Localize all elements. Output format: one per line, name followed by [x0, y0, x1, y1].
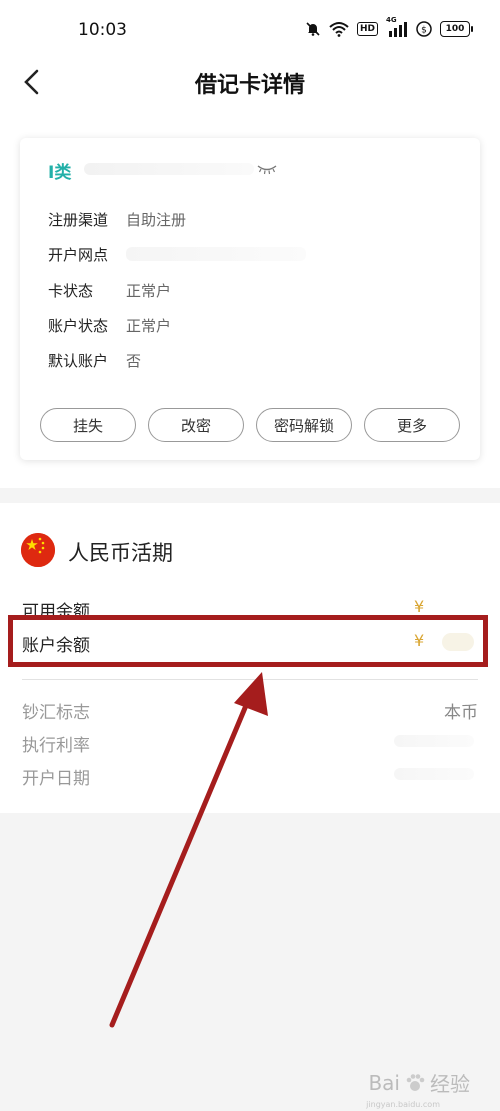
status-icons: HD 4G $ 100 — [305, 16, 473, 38]
watermark-url: jingyan.baidu.com — [366, 1100, 440, 1109]
security-shield-icon: $ — [416, 20, 432, 38]
svg-text:$: $ — [421, 26, 427, 36]
china-flag-icon — [21, 533, 55, 567]
unlock-password-button[interactable]: 密码解锁 — [256, 408, 352, 442]
more-button[interactable]: 更多 — [364, 408, 460, 442]
watermark-brand: Bai — [368, 1070, 400, 1095]
network-type-label: 4G — [386, 16, 397, 24]
mute-bell-icon — [305, 20, 321, 38]
divider — [22, 679, 478, 680]
cash-flag-label: 钞汇标志 — [22, 703, 90, 723]
account-balance-label: 账户余额 — [22, 636, 90, 656]
report-loss-button[interactable]: 挂失 — [40, 408, 136, 442]
open-date-label: 开户日期 — [22, 769, 90, 789]
branch-value-masked — [126, 247, 306, 261]
cellular-signal-icon: 4G — [386, 16, 408, 38]
change-password-button[interactable]: 改密 — [148, 408, 244, 442]
battery-icon: 100 — [440, 21, 473, 37]
hd-icon: HD — [356, 22, 378, 36]
rmb-current-account: 人民币活期 可用余额 ¥ 账户余额 ¥ 钞汇标志 本币 执行利率 开户日期 — [0, 503, 500, 813]
info-label: 注册渠道 — [48, 211, 109, 229]
info-row-card-status: 卡状态 正常户 — [48, 280, 171, 301]
info-label: 账户状态 — [48, 317, 109, 335]
info-label: 默认账户 — [48, 352, 109, 370]
info-label: 卡状态 — [48, 282, 94, 300]
paw-icon — [406, 1073, 425, 1091]
balance-amount-masked — [442, 633, 474, 651]
card-actions: 挂失 改密 密码解锁 更多 — [40, 408, 460, 442]
info-row-branch: 开户网点 — [48, 244, 306, 265]
info-row-channel: 注册渠道 自助注册 — [48, 209, 186, 230]
debit-card-info: I类 注册渠道 自助注册 开户网点 卡状态 正常户 账户状态 正常户 默认账户 … — [20, 138, 480, 460]
watermark-suffix: 经验 — [430, 1072, 470, 1096]
account-title: 人民币活期 — [68, 541, 173, 565]
available-balance-label: 可用余额 — [22, 602, 90, 622]
eye-closed-icon[interactable] — [256, 160, 278, 179]
cash-flag-value: 本币 — [444, 703, 478, 723]
card-area: I类 注册渠道 自助注册 开户网点 卡状态 正常户 账户状态 正常户 默认账户 … — [0, 122, 500, 488]
baidu-watermark: Bai 经验 — [368, 1068, 470, 1097]
wifi-icon — [329, 20, 349, 38]
status-time: 10:03 — [78, 20, 127, 40]
interest-rate-masked — [394, 735, 474, 747]
navigation-bar: 借记卡详情 — [0, 62, 500, 122]
info-value: 正常户 — [126, 317, 172, 335]
info-row-account-status: 账户状态 正常户 — [48, 315, 171, 336]
info-value: 自助注册 — [126, 211, 187, 229]
info-value: 正常户 — [126, 282, 172, 300]
info-label: 开户网点 — [48, 246, 109, 264]
card-number-masked — [84, 163, 254, 175]
info-value: 否 — [126, 352, 142, 370]
status-bar: 10:03 HD 4G $ 100 — [0, 0, 500, 62]
open-date-masked — [394, 768, 474, 780]
page-title: 借记卡详情 — [194, 73, 305, 98]
interest-rate-label: 执行利率 — [22, 736, 90, 756]
info-row-default-account: 默认账户 否 — [48, 350, 141, 371]
currency-symbol: ¥ — [414, 597, 425, 616]
card-type-label: I类 — [48, 163, 72, 183]
currency-symbol: ¥ — [414, 631, 425, 650]
